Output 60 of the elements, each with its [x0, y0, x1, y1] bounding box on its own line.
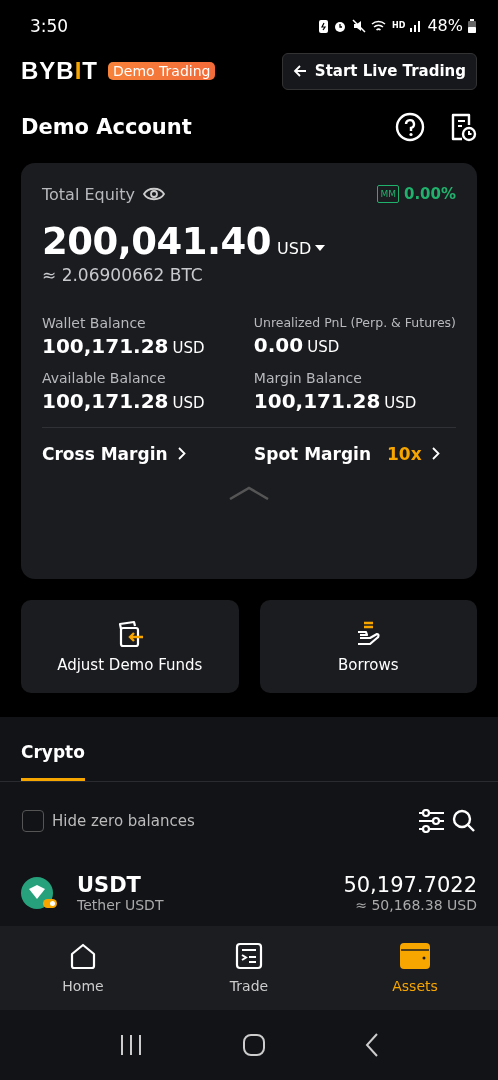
- battery-icon: [468, 18, 476, 33]
- mute-icon: [352, 18, 367, 33]
- wifi-icon: [371, 18, 388, 33]
- margin-link[interactable]: Cross Margin: [42, 443, 186, 464]
- start-live-trading-button[interactable]: Start Live Trading: [281, 52, 477, 90]
- wallet-icon: [400, 942, 430, 970]
- stat-unit: USD: [172, 393, 205, 412]
- stat-value: 100,171.28: [42, 388, 169, 413]
- asset-tab[interactable]: Crypto: [21, 717, 85, 781]
- hd-voice-label: HD: [392, 21, 406, 31]
- eye-icon[interactable]: [143, 186, 166, 202]
- margin-ratio: 0.00%: [403, 185, 456, 203]
- arrow-left-icon: [292, 64, 307, 79]
- nav-tab[interactable]: Assets: [332, 926, 498, 1010]
- document-clock-icon[interactable]: [449, 111, 477, 142]
- page-title: Demo Account: [21, 114, 192, 139]
- hide-zero-label: Hide zero balances: [52, 812, 195, 830]
- bybit-logo: BYBIT: [21, 57, 98, 86]
- help-icon[interactable]: [395, 111, 425, 142]
- currency-selector[interactable]: USD: [277, 238, 326, 258]
- stat-unit: USD: [307, 337, 340, 356]
- stat-unit: USD: [172, 338, 205, 357]
- status-time: 3:50: [30, 15, 69, 36]
- total-equity-value: 200,041.40: [42, 219, 272, 263]
- btc-equivalent: ≈ 2.06900662 BTC: [42, 264, 204, 285]
- stat-label: Available Balance: [42, 369, 167, 386]
- checkbox[interactable]: [22, 810, 44, 832]
- stat-value: 100,171.28: [253, 388, 381, 413]
- margin-link[interactable]: Spot Margin 10x: [254, 443, 440, 464]
- stat-value: 0.00: [253, 332, 304, 357]
- nav-tab[interactable]: Home: [0, 926, 166, 1010]
- mm-badge: MM: [377, 185, 399, 203]
- search-icon[interactable]: [452, 809, 476, 833]
- stat-unit: USD: [384, 393, 417, 412]
- asset-usd-value: ≈ 50,168.38 USD: [355, 897, 477, 913]
- asset-name: Tether USDT: [77, 897, 164, 913]
- total-equity-label: Total Equity: [42, 184, 136, 204]
- asset-symbol: USDT: [77, 873, 142, 897]
- battery-saver-icon: [319, 18, 329, 33]
- action-button[interactable]: Borrows: [259, 600, 477, 693]
- stat-label: Margin Balance: [253, 369, 363, 386]
- terminal-icon: [235, 942, 263, 970]
- filter-sliders-icon[interactable]: [418, 809, 444, 833]
- caret-icon: [315, 244, 326, 252]
- coin-icon: [21, 877, 57, 909]
- recent-apps-icon[interactable]: [119, 1034, 144, 1056]
- home-icon: [69, 942, 97, 970]
- battery-percent: 48%: [427, 16, 463, 36]
- stat-label: Unrealized PnL (Perp. & Futures): [253, 314, 456, 330]
- chevron-right-icon: [431, 447, 440, 460]
- action-button[interactable]: Adjust Demo Funds: [21, 600, 239, 693]
- home-button-icon[interactable]: [242, 1033, 266, 1057]
- asset-amount: 50,197.7022: [343, 873, 477, 897]
- chevron-right-icon: [177, 447, 186, 460]
- back-icon[interactable]: [364, 1033, 379, 1057]
- stat-label: Wallet Balance: [42, 314, 147, 331]
- nav-tab[interactable]: Trade: [166, 926, 332, 1010]
- signal-icon: [410, 19, 423, 33]
- demo-trading-badge: Demo Trading: [108, 62, 216, 81]
- stat-value: 100,171.28: [42, 333, 169, 358]
